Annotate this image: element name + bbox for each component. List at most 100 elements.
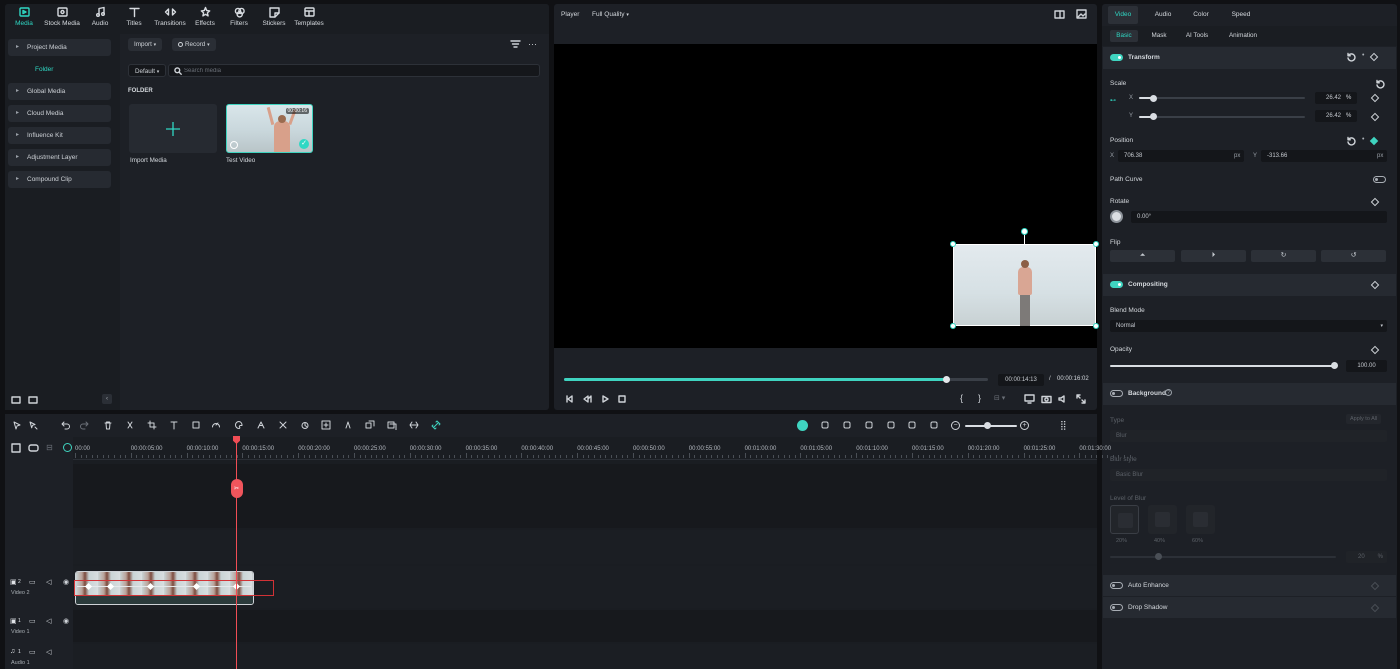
bg-type-select[interactable]: Blur (1110, 430, 1387, 442)
sidebar-item-compound-clip[interactable]: Compound Clip (8, 171, 111, 188)
current-time-field[interactable]: 00:00:14:13 (998, 374, 1044, 386)
color-icon[interactable] (234, 420, 244, 430)
rotate-dial[interactable] (1110, 210, 1123, 223)
sidebar-item-cloud-media[interactable]: Cloud Media (8, 105, 111, 122)
mark-in-icon[interactable]: { (960, 393, 963, 403)
link-tracks-icon[interactable] (28, 443, 39, 453)
blur-level-preset[interactable] (1110, 505, 1139, 534)
freeze-icon[interactable] (409, 420, 419, 430)
track-visibility-icon[interactable]: ◉ (63, 617, 69, 625)
track-folder-icon[interactable]: ▭ (29, 648, 36, 656)
track-visibility-icon[interactable]: ◉ (63, 578, 69, 586)
blur-level-preset[interactable] (1148, 505, 1177, 534)
safe-zone-icon[interactable] (1054, 10, 1065, 19)
more-dots-icon[interactable]: • (1362, 52, 1364, 59)
replace-icon[interactable] (929, 420, 939, 430)
inspector-tab-audio[interactable]: Audio (1147, 6, 1179, 24)
delete-icon[interactable] (103, 420, 113, 430)
redo-icon[interactable] (80, 420, 90, 430)
test-video-thumbnail[interactable]: 00:00:16 ✓ (226, 104, 313, 153)
sidebar-item-influence-kit[interactable]: Influence Kit (8, 127, 111, 144)
ai-icon[interactable] (256, 420, 266, 430)
resize-handle[interactable] (950, 241, 956, 247)
track-mute-icon[interactable]: ◁ (46, 648, 51, 656)
mic-icon[interactable] (864, 420, 874, 430)
rotate-cw-button[interactable]: ↻ (1251, 250, 1316, 262)
sidebar-item-project-media[interactable]: Project Media (8, 39, 111, 56)
opacity-knob[interactable] (1331, 362, 1338, 369)
fullscreen-icon[interactable] (1076, 394, 1086, 404)
volume-icon[interactable] (1058, 394, 1069, 404)
more-dots-icon[interactable]: • (1362, 136, 1364, 143)
resize-handle[interactable] (1093, 241, 1099, 247)
import-button[interactable]: Import ▾ (128, 38, 163, 51)
track-mute-icon[interactable]: ◁ (46, 617, 51, 625)
folder-add-icon[interactable] (11, 395, 21, 404)
tab-media[interactable]: Media (6, 6, 42, 27)
blur-level-preset[interactable] (1186, 505, 1215, 534)
drop-shadow-toggle[interactable] (1110, 604, 1123, 611)
inspector-tab-color[interactable]: Color (1186, 6, 1216, 24)
link-scale-icon[interactable]: ⊷ (1110, 97, 1116, 104)
compositing-toggle[interactable] (1110, 281, 1123, 288)
scale-y-knob[interactable] (1150, 113, 1157, 120)
undo-icon[interactable] (60, 420, 70, 430)
quality-dropdown[interactable]: Full Quality ▾ (592, 11, 629, 18)
group-icon[interactable] (365, 420, 375, 430)
layout-grid-icon[interactable]: ⣿ (1060, 420, 1067, 431)
record-button[interactable]: Record ▾ (172, 38, 216, 51)
rotate-ccw-button[interactable]: ↺ (1321, 250, 1386, 262)
subtab-animation[interactable]: Animation (1222, 30, 1264, 42)
search-input[interactable] (184, 65, 524, 76)
magnet-icon[interactable]: ⊟ (46, 443, 53, 452)
add-track-icon[interactable] (11, 443, 21, 453)
insert-icon[interactable]: ⊟ ▾ (994, 394, 1005, 402)
track-mute-icon[interactable]: ◁ (46, 578, 51, 586)
opacity-slider[interactable] (1110, 365, 1336, 367)
shape-tool-icon[interactable] (191, 420, 201, 430)
display-icon[interactable] (1024, 394, 1035, 404)
play-icon[interactable] (600, 394, 610, 404)
shield-icon[interactable] (842, 420, 852, 430)
tab-titles[interactable]: Titles (116, 6, 152, 27)
subtab-ai-tools[interactable]: AI Tools (1179, 30, 1215, 42)
flip-vertical-button[interactable]: ⏶ (1110, 250, 1175, 262)
preview-clip[interactable] (953, 244, 1096, 326)
overlay-icon[interactable] (387, 420, 397, 430)
text-tool-icon[interactable] (169, 420, 179, 430)
snap-icon[interactable] (63, 443, 72, 452)
sort-dropdown[interactable]: Default ▾ (128, 64, 167, 77)
auto-enhance-toggle[interactable] (1110, 582, 1123, 589)
flip-horizontal-button[interactable]: ⏵ (1181, 250, 1246, 262)
camera-snapshot-icon[interactable] (1041, 394, 1052, 404)
playback-progress-knob[interactable] (942, 376, 950, 383)
help-icon[interactable]: ? (1165, 389, 1172, 396)
tab-filters[interactable]: Filters (221, 6, 257, 27)
filter-icon[interactable] (510, 40, 521, 49)
reset-icon[interactable] (1346, 52, 1356, 62)
select-tool-icon[interactable] (12, 420, 22, 430)
mask-tool-icon[interactable] (278, 420, 288, 430)
marker-icon[interactable] (820, 420, 830, 430)
path-curve-toggle[interactable] (1373, 176, 1386, 183)
tab-transitions[interactable]: Transitions (152, 6, 188, 27)
inspector-tab-video[interactable]: Video (1108, 6, 1138, 24)
inspector-tab-speed[interactable]: Speed (1224, 6, 1258, 24)
blend-mode-select[interactable]: Normal ▾ (1110, 320, 1387, 332)
mark-out-icon[interactable]: } (978, 393, 981, 403)
keyframe-tool-icon[interactable] (343, 420, 353, 430)
tab-audio[interactable]: Audio (82, 6, 118, 27)
transform-toggle[interactable] (1110, 54, 1123, 61)
rotate-field[interactable]: 0.00° (1131, 211, 1387, 223)
scale-x-slider[interactable] (1139, 97, 1305, 99)
position-x-field[interactable]: 706.38 (1118, 150, 1244, 162)
timer-icon[interactable] (300, 420, 310, 430)
zoom-knob[interactable] (984, 422, 991, 429)
scale-reset-icon[interactable] (1375, 79, 1385, 89)
stabilize-icon[interactable] (321, 420, 331, 430)
folder-icon[interactable] (28, 395, 38, 404)
speed-icon[interactable] (211, 420, 221, 430)
scale-x-knob[interactable] (1150, 95, 1157, 102)
sidebar-item-global-media[interactable]: Global Media (8, 83, 111, 100)
render-icon[interactable] (797, 420, 808, 431)
